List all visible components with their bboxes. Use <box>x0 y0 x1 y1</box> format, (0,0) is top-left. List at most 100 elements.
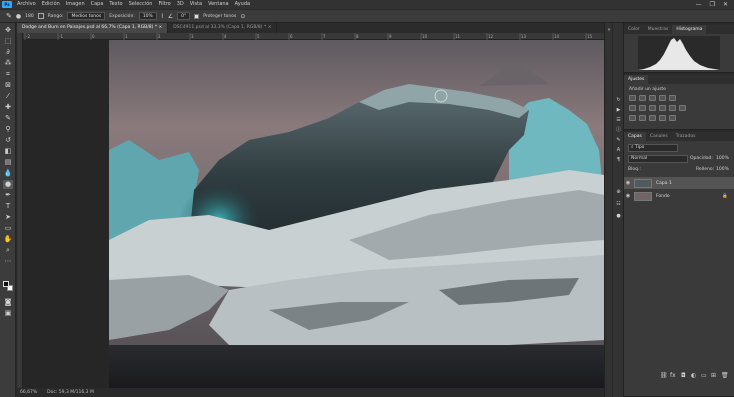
layer-kind-filter[interactable]: ⌕ Tipo <box>628 144 678 152</box>
brush-settings-icon[interactable] <box>37 13 44 19</box>
curves-icon[interactable] <box>649 95 656 101</box>
fx-icon[interactable]: fx <box>670 372 676 379</box>
tab-histogram[interactable]: Histograma <box>672 25 707 34</box>
tab-adjustments[interactable]: Ajustes <box>624 75 649 84</box>
menu-3d[interactable]: 3D <box>174 0 187 9</box>
stamp-tool-icon[interactable]: ⚲ <box>3 125 13 134</box>
trash-icon[interactable]: 🗑 <box>721 372 729 379</box>
history-brush-tool-icon[interactable]: ↺ <box>3 136 13 145</box>
selective-color-icon[interactable] <box>669 115 676 121</box>
adjust-icon[interactable]: ◐ <box>691 372 696 379</box>
brightness-icon[interactable] <box>629 95 636 101</box>
info-icon[interactable]: ⓘ <box>615 127 622 134</box>
airbrush-icon[interactable]: ⌇ <box>161 13 164 20</box>
color-balance-icon[interactable] <box>639 105 646 111</box>
zoom-level[interactable]: 66,67% <box>20 388 37 397</box>
vibrance-icon[interactable] <box>669 95 676 101</box>
tab-layers[interactable]: Capas <box>624 132 646 141</box>
tab-color[interactable]: Color <box>624 25 644 34</box>
black-white-icon[interactable] <box>649 105 656 111</box>
quick-mask-icon[interactable]: ◙ <box>3 298 13 307</box>
screen-mode-icon[interactable]: ▣ <box>3 309 13 318</box>
close-button[interactable]: ✕ <box>723 0 728 9</box>
actions-icon[interactable]: ▶ <box>615 107 622 114</box>
eye-icon[interactable]: ◉ <box>624 193 632 199</box>
fill-input[interactable]: 100% <box>716 167 729 172</box>
layer-row[interactable]: ◉ Fondo 🔒 <box>624 190 734 202</box>
move-tool-icon[interactable]: ✥ <box>3 26 13 35</box>
color-lookup-icon[interactable] <box>679 105 686 111</box>
layer-name[interactable]: Capa 1 <box>656 181 672 186</box>
collapse-panels-icon[interactable]: » <box>606 27 612 33</box>
mask-icon[interactable]: ◘ <box>681 372 686 379</box>
levels-icon[interactable] <box>639 95 646 101</box>
zoom-tool-icon[interactable]: ⌕ <box>3 246 13 255</box>
pressure-icon[interactable]: ⊙ <box>240 13 245 20</box>
blur-tool-icon[interactable]: 💧 <box>3 169 13 178</box>
libraries-icon[interactable]: ☷ <box>615 201 622 208</box>
menu-imagen[interactable]: Imagen <box>63 0 88 9</box>
maximize-button[interactable]: ❐ <box>710 0 715 9</box>
tab-channels[interactable]: Canales <box>646 132 672 141</box>
exposure-icon[interactable] <box>659 95 666 101</box>
menu-vista[interactable]: Vista <box>187 0 205 9</box>
invert-icon[interactable] <box>629 115 636 121</box>
menu-filtro[interactable]: Filtro <box>155 0 173 9</box>
eraser-tool-icon[interactable]: ◧ <box>3 147 13 156</box>
protect-tones-checkbox[interactable] <box>194 13 200 19</box>
marquee-tool-icon[interactable]: ⬚ <box>3 37 13 46</box>
layer-name[interactable]: Fondo <box>656 194 670 199</box>
shape-tool-icon[interactable]: ▭ <box>3 224 13 233</box>
type-tool-icon[interactable]: T <box>3 202 13 211</box>
menu-archivo[interactable]: Archivo <box>14 0 39 9</box>
hand-tool-icon[interactable]: ✋ <box>3 235 13 244</box>
tab-dsc4911[interactable]: DSC4911.psd al 33,3% (Capa 1, RGB/8) * × <box>168 23 278 33</box>
canvas-area[interactable] <box>17 33 604 388</box>
brush-tool-icon[interactable]: ✎ <box>3 114 13 123</box>
close-tab-icon[interactable]: × <box>268 25 272 30</box>
posterize-icon[interactable] <box>639 115 646 121</box>
close-tab-icon[interactable]: × <box>159 25 163 30</box>
gradient-tool-icon[interactable]: ▤ <box>3 158 13 167</box>
menu-texto[interactable]: Texto <box>106 0 125 9</box>
eye-icon[interactable]: ◉ <box>624 180 632 186</box>
photo-filter-icon[interactable] <box>659 105 666 111</box>
pen-tool-icon[interactable]: ✒ <box>3 191 13 200</box>
more-tools-icon[interactable]: ⋯ <box>3 257 13 266</box>
frame-tool-icon[interactable]: ⊠ <box>3 81 13 90</box>
opacity-input[interactable]: 100% <box>716 156 729 161</box>
new-layer-icon[interactable]: ⊞ <box>711 372 716 379</box>
blend-mode-select[interactable]: Normal <box>628 155 688 163</box>
menu-ayuda[interactable]: Ayuda <box>232 0 253 9</box>
gradient-map-icon[interactable] <box>659 115 666 121</box>
dodge-tool-preset-icon[interactable]: ✎ <box>6 12 12 20</box>
doc-size[interactable]: Doc: 59,3 M/116,3 M <box>47 388 94 397</box>
tab-paths[interactable]: Trazados <box>672 132 700 141</box>
eyedropper-tool-icon[interactable]: ⁄ <box>3 92 13 101</box>
layer-row[interactable]: ◉ Capa 1 <box>624 177 734 189</box>
threshold-icon[interactable] <box>649 115 656 121</box>
channel-mixer-icon[interactable] <box>669 105 676 111</box>
menu-ventana[interactable]: Ventana <box>205 0 232 9</box>
folder-icon[interactable]: ▭ <box>701 372 707 379</box>
document-image[interactable] <box>109 40 604 388</box>
brushes-icon[interactable]: ✎ <box>615 137 622 144</box>
dodge-tool-icon[interactable]: ● <box>3 180 13 189</box>
path-select-tool-icon[interactable]: ➤ <box>3 213 13 222</box>
menu-edicion[interactable]: Edición <box>39 0 63 9</box>
menu-seleccion[interactable]: Selección <box>126 0 156 9</box>
glyphs-icon[interactable]: ⊕ <box>615 189 622 196</box>
adobe-stock-icon[interactable]: ● <box>615 213 622 220</box>
exposure-input[interactable]: 10% <box>138 12 157 20</box>
character-icon[interactable]: A <box>615 147 622 154</box>
brush-preview-icon[interactable]: ● <box>16 13 21 20</box>
hue-saturation-icon[interactable] <box>629 105 636 111</box>
paragraph-icon[interactable]: ¶ <box>615 157 622 164</box>
lasso-tool-icon[interactable]: ∂ <box>3 48 13 57</box>
link-icon[interactable]: ⛓ <box>660 372 668 379</box>
menu-capa[interactable]: Capa <box>88 0 107 9</box>
range-select[interactable]: Medios tonos <box>67 12 106 20</box>
tab-dodge-burn[interactable]: Dodge and Burn en Paisajes.psd al 66,7% … <box>17 23 169 33</box>
tab-swatches[interactable]: Muestras <box>644 25 673 34</box>
angle-input[interactable]: 0° <box>177 12 191 20</box>
